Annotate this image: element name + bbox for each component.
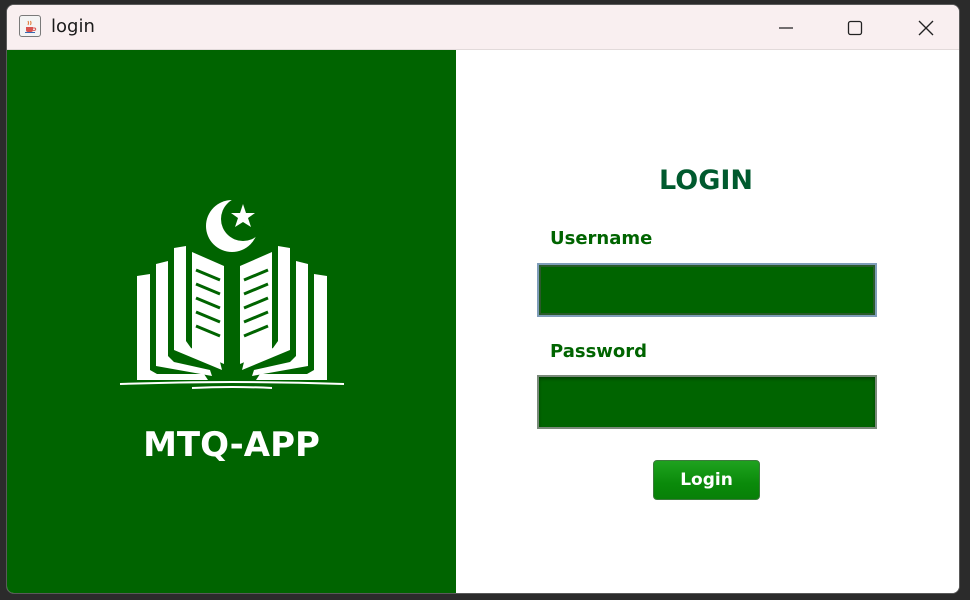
login-form-panel: LOGIN Username Password Login bbox=[456, 50, 959, 593]
brand-panel: MTQ-APP bbox=[7, 50, 456, 593]
password-field[interactable] bbox=[537, 375, 877, 429]
crescent-star-book-icon bbox=[119, 198, 345, 389]
close-icon bbox=[918, 20, 934, 35]
username-label: Username bbox=[550, 228, 653, 249]
title-bar[interactable]: login bbox=[7, 5, 959, 50]
password-label: Password bbox=[550, 341, 648, 362]
window-title: login bbox=[51, 16, 95, 37]
login-button[interactable]: Login bbox=[653, 460, 760, 500]
close-button[interactable] bbox=[891, 5, 959, 50]
minimize-icon bbox=[779, 26, 793, 29]
maximize-button[interactable] bbox=[820, 5, 890, 50]
java-cup-icon bbox=[19, 15, 41, 37]
minimize-button[interactable] bbox=[751, 5, 821, 50]
login-window: login MTQ-APP LOGIN Username Password Lo… bbox=[6, 4, 960, 594]
login-heading: LOGIN bbox=[659, 165, 753, 196]
app-name: MTQ-APP bbox=[143, 425, 320, 465]
maximize-icon bbox=[847, 20, 863, 35]
username-field[interactable] bbox=[537, 263, 877, 317]
